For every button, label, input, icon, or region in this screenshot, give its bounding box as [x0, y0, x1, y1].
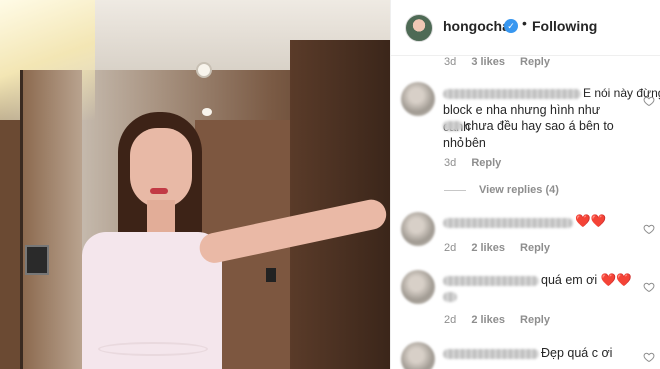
heart-outline-icon[interactable] [643, 222, 655, 235]
comment-likes[interactable]: 2 likes [471, 314, 505, 326]
wall-switch [266, 268, 276, 282]
commenter-avatar[interactable] [401, 342, 435, 369]
comment-age: 2d [444, 314, 457, 326]
comment-text: Đẹp quá c ơi [541, 346, 613, 360]
comment-hearts: ❤️❤️ [575, 214, 607, 228]
ceiling-lamp [196, 62, 212, 78]
comment-age: 2d [444, 242, 457, 254]
commenter-username-blurred[interactable] [443, 276, 539, 286]
post-photo[interactable] [0, 0, 390, 369]
person-face [130, 128, 192, 208]
blurred-word [443, 121, 463, 131]
person-lips [150, 188, 168, 194]
comment-age: 3d [444, 157, 457, 169]
comment-meta: 2d 2 likes Reply [444, 314, 550, 326]
comment-likes[interactable]: 3 likes [471, 56, 505, 68]
dress-belt [98, 342, 208, 356]
mirror-panel [20, 70, 82, 369]
ceiling-lamp-small [202, 108, 212, 116]
commenter-avatar[interactable] [401, 82, 435, 116]
comment-text-line1: E nói này đừng [583, 86, 660, 100]
commenter-username-blurred[interactable] [443, 218, 573, 228]
commenter-avatar[interactable] [401, 270, 435, 304]
heart-outline-icon[interactable] [643, 280, 655, 293]
replies-divider-line [444, 190, 466, 191]
blurred-word [443, 292, 457, 302]
header-separator: • [522, 15, 527, 31]
reply-button[interactable]: Reply [471, 157, 501, 169]
post-header: hongocha ✓ • Following [391, 0, 660, 56]
profile-username[interactable]: hongocha [443, 18, 510, 34]
comment-text-line4: nhỏ [443, 136, 464, 150]
reply-button[interactable]: Reply [520, 242, 550, 254]
comments-panel: hongocha ✓ • Following 3d 3 likes Reply … [390, 0, 660, 369]
comment-text: quá em ơi ❤️❤️ [541, 273, 632, 287]
heart-outline-icon[interactable] [643, 350, 655, 363]
reply-button[interactable]: Reply [520, 314, 550, 326]
reply-button[interactable]: Reply [520, 56, 550, 68]
wall-panel [25, 245, 49, 275]
commenter-username-blurred[interactable] [443, 349, 539, 359]
commenter-avatar[interactable] [401, 212, 435, 246]
verified-badge-icon: ✓ [504, 19, 518, 33]
profile-avatar[interactable] [405, 14, 433, 42]
comment-meta: 2d 2 likes Reply [444, 242, 550, 254]
view-replies-button[interactable]: View replies (4) [479, 184, 559, 196]
comment-likes[interactable]: 2 likes [471, 242, 505, 254]
following-button[interactable]: Following [532, 18, 597, 34]
comment-meta: 3d 3 likes Reply [444, 56, 550, 68]
comment-meta: 3d Reply [444, 157, 501, 169]
comment-age: 3d [444, 56, 457, 68]
heart-outline-icon[interactable] [643, 94, 655, 107]
